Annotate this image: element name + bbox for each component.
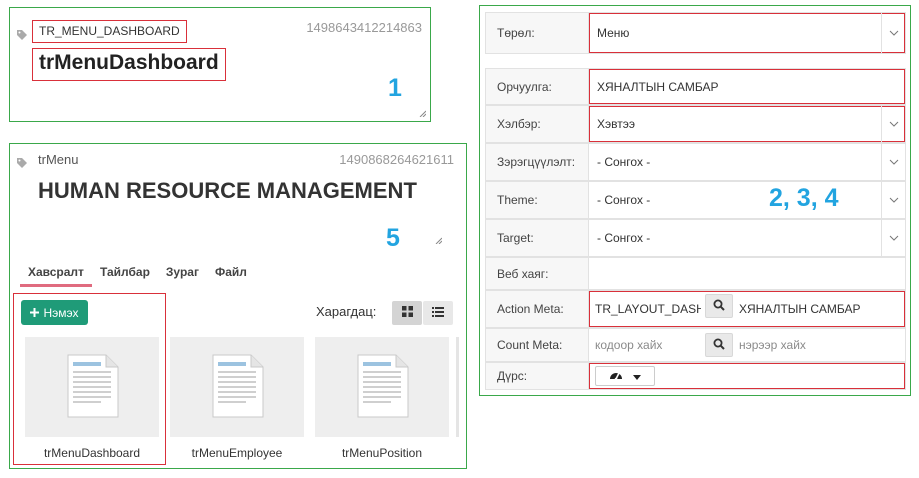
select-value: Хэвтээ (597, 117, 635, 131)
file-name[interactable]: trMenuEmployee (170, 446, 304, 460)
field-label: Count Meta: (486, 329, 589, 361)
field-label: Зэрэгцүүлэлт: (486, 144, 589, 180)
file-thumbnail[interactable] (315, 337, 449, 437)
meta-name-input[interactable]: ХЯНАЛТЫН САМБАР (739, 302, 860, 316)
annotation-number: 1 (388, 74, 402, 102)
caret-down-icon (633, 369, 641, 383)
tag-icon (16, 29, 28, 44)
highlight-box (589, 106, 905, 142)
tag-icon (16, 157, 28, 172)
chevron-down-icon[interactable] (881, 13, 905, 53)
chevron-down-icon[interactable] (881, 144, 905, 180)
meta-code-input[interactable]: TR_LAYOUT_DASHBOARD (595, 302, 701, 316)
form-row-translation: Орчуулга: ХЯНАЛТЫН САМБАР (485, 68, 906, 105)
form-row-theme: Theme: - Сонгох - (485, 181, 906, 219)
tab-bar: Хавсралт Тайлбар Зураг Файл (20, 262, 255, 287)
select-value: Меню (597, 26, 630, 40)
form-row-web-url: Веб хаяг: (485, 257, 906, 290)
target-select[interactable]: - Сонгох - (589, 220, 905, 256)
select-value: - Сонгох - (597, 193, 651, 207)
chevron-down-icon[interactable] (881, 220, 905, 256)
form-row-target: Target: - Сонгох - (485, 219, 906, 257)
file-name[interactable]: trMenuPosition (315, 446, 449, 460)
form-row-shape: Хэлбэр: Хэвтээ (485, 105, 906, 143)
form-row-count-meta: Count Meta: кодоор хайх нэрээр хайх (485, 328, 906, 362)
icon-field (589, 363, 905, 389)
resize-handle-icon[interactable] (434, 236, 442, 244)
select-value: - Сонгох - (597, 155, 651, 169)
search-icon (713, 299, 725, 314)
menu-detail-panel: trMenu 1490868264621611 HUMAN RESOURCE M… (9, 143, 467, 469)
menu-code-panel: TR_MENU_DASHBOARD 1498643412214863 trMen… (9, 7, 431, 122)
document-icon (209, 354, 265, 421)
type-select[interactable]: Меню (589, 13, 905, 53)
field-label: Theme: (486, 182, 589, 218)
field-label: Орчуулга: (486, 69, 589, 104)
shape-select[interactable]: Хэвтээ (589, 106, 905, 142)
menu-title-input[interactable]: trMenuDashboard (32, 48, 226, 81)
chevron-down-icon[interactable] (881, 106, 905, 142)
select-value: - Сонгох - (597, 231, 651, 245)
annotation-number: 2, 3, 4 (769, 184, 839, 212)
resize-handle-icon[interactable] (418, 109, 426, 117)
action-meta-lookup: TR_LAYOUT_DASHBOARD ХЯНАЛТЫН САМБАР (589, 291, 905, 327)
document-icon (354, 354, 410, 421)
code-search-input[interactable]: кодоор хайх (595, 338, 701, 352)
grid-view-button[interactable] (392, 301, 422, 325)
field-label: Хэлбэр: (486, 106, 589, 142)
search-button[interactable] (705, 294, 733, 318)
list-view-button[interactable] (423, 301, 453, 325)
tab-file[interactable]: Файл (207, 262, 255, 287)
name-search-input[interactable]: нэрээр хайх (739, 338, 806, 352)
add-button-label: Нэмэх (43, 305, 79, 320)
form-row-icon: Дүрс: (485, 362, 906, 390)
chevron-down-icon[interactable] (881, 182, 905, 218)
annotation-number: 5 (386, 224, 400, 252)
count-meta-lookup: кодоор хайх нэрээр хайх (589, 329, 905, 361)
menu-settings-form: Төрөл: Меню Орчуулга: ХЯНАЛТЫН САМБАР Хэ… (479, 5, 911, 396)
form-row-action-meta: Action Meta: TR_LAYOUT_DASHBOARD ХЯНАЛТЫ… (485, 290, 906, 328)
document-icon (64, 354, 120, 421)
highlight-box (589, 13, 905, 53)
field-label: Дүрс: (486, 363, 589, 389)
form-row-type: Төрөл: Меню (485, 12, 906, 54)
plus-icon (30, 306, 40, 320)
list-icon (432, 306, 444, 320)
dashboard-icon (609, 369, 623, 384)
web-url-input[interactable] (589, 258, 905, 289)
form-row-alignment: Зэрэгцүүлэлт: - Сонгох - (485, 143, 906, 181)
menu-code-label: TR_MENU_DASHBOARD (32, 20, 187, 43)
translation-input[interactable]: ХЯНАЛТЫН САМБАР (589, 69, 905, 104)
record-id: 1498643412214863 (306, 20, 422, 35)
field-label: Веб хаяг: (486, 258, 589, 289)
parent-code-label: trMenu (38, 152, 79, 167)
record-id: 1490868264621611 (339, 152, 454, 167)
field-label: Target: (486, 220, 589, 256)
grid-icon (401, 306, 413, 320)
file-thumbnail[interactable] (170, 337, 304, 437)
file-thumbnail[interactable] (25, 337, 159, 437)
tab-image[interactable]: Зураг (158, 262, 207, 287)
tab-description[interactable]: Тайлбар (92, 262, 158, 287)
view-mode-label: Харагдац: (316, 304, 377, 319)
add-button[interactable]: Нэмэх (21, 300, 88, 325)
search-button[interactable] (705, 333, 733, 357)
theme-select[interactable]: - Сонгох - (589, 182, 905, 218)
page-title[interactable]: HUMAN RESOURCE MANAGEMENT (38, 178, 417, 204)
search-icon (713, 338, 725, 353)
scroll-edge (456, 337, 459, 437)
file-name[interactable]: trMenuDashboard (25, 446, 159, 460)
alignment-select[interactable]: - Сонгох - (589, 144, 905, 180)
input-value: ХЯНАЛТЫН САМБАР (597, 79, 719, 94)
field-label: Төрөл: (486, 13, 589, 53)
icon-picker-button[interactable] (595, 366, 655, 386)
field-label: Action Meta: (486, 291, 589, 327)
tab-attachments[interactable]: Хавсралт (20, 262, 92, 287)
